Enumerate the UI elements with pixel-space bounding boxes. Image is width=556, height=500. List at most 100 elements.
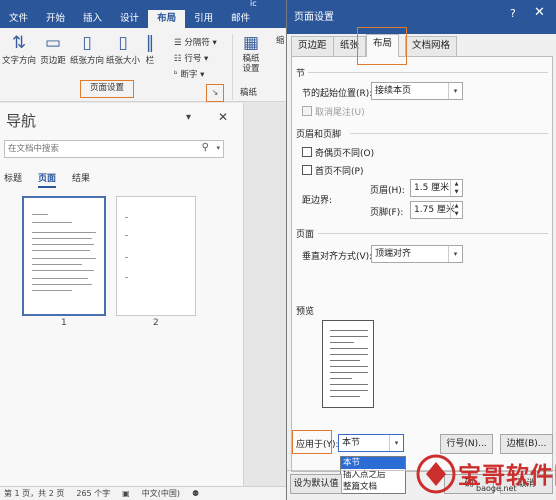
orientation-icon: ▯	[82, 33, 92, 53]
odd-even-checkbox[interactable]	[302, 147, 312, 157]
borders-button[interactable]: 边框(B)...	[500, 434, 553, 454]
help-icon[interactable]: ?	[510, 7, 516, 20]
tab-references[interactable]: 引用	[185, 10, 222, 28]
close-icon[interactable]: ✕	[534, 5, 545, 20]
header-distance-value: 1.5 厘米	[414, 183, 450, 193]
columns-label: 栏	[145, 56, 155, 66]
apply-to-dropdown: 本节 插入点之后 整篇文档	[340, 456, 406, 494]
indent-label: 缩	[276, 36, 285, 46]
margins-button[interactable]: ▭ 页边距	[36, 32, 70, 66]
draft-group-label: 稿纸	[240, 88, 258, 98]
nav-tab-pages[interactable]: 页面	[38, 171, 57, 188]
header-distance-input[interactable]: 1.5 厘米 ▲ ▼	[410, 179, 463, 197]
columns-button[interactable]: ‖ 栏	[140, 32, 160, 66]
word-titlebar: ic	[0, 0, 290, 10]
window-title: ic	[250, 0, 257, 8]
watermark-url: baoge.net	[476, 484, 517, 493]
nav-options-icon[interactable]: ▾	[186, 112, 191, 123]
apply-to-value: 本节	[342, 438, 361, 448]
tab-home[interactable]: 开始	[37, 10, 74, 28]
tab-document-grid[interactable]: 文档网格	[405, 36, 458, 56]
tab-layout[interactable]: 布局	[148, 10, 186, 28]
set-default-button[interactable]: 设为默认值	[290, 474, 342, 494]
orientation-label: 纸张方向	[70, 56, 105, 66]
apply-to-select[interactable]: 本节 ▾	[338, 434, 404, 452]
dropdown-option[interactable]: 本节	[341, 457, 405, 469]
dialog-title: 页面设置	[294, 12, 334, 23]
line-numbers-button[interactable]: 行号(N)...	[440, 434, 493, 454]
line-numbers-icon: ☷	[174, 54, 182, 64]
document-area[interactable]	[244, 103, 290, 486]
status-bar: 第 1 页，共 2 页 265 个字 ▣ 中文(中国) ⚉	[0, 486, 290, 500]
footer-distance-input[interactable]: 1.75 厘米 ▲ ▼	[410, 201, 463, 219]
size-button[interactable]: ▯ 纸张大小	[106, 32, 140, 66]
close-icon[interactable]: ✕	[218, 110, 228, 124]
watermark-logo-icon	[416, 454, 456, 494]
status-page[interactable]: 第 1 页，共 2 页	[4, 488, 64, 499]
breaks-button[interactable]: ☰ 分隔符 ▾	[174, 36, 217, 48]
layout-tab-highlight	[357, 27, 407, 65]
chevron-down-icon[interactable]: ▾	[448, 246, 462, 262]
tab-mailings[interactable]: 邮件	[222, 10, 259, 28]
dropdown-option[interactable]: 整篇文档	[341, 481, 405, 493]
chevron-down-icon[interactable]: ▾	[448, 83, 462, 99]
nav-tab-headings[interactable]: 标题	[4, 171, 22, 184]
page-thumbnail[interactable]	[22, 196, 106, 316]
tab-file[interactable]: 文件	[0, 10, 37, 28]
text-direction-button[interactable]: ⇅ 文字方向	[2, 32, 36, 66]
size-label: 纸张大小	[106, 56, 141, 66]
nav-tab-results[interactable]: 结果	[72, 171, 90, 184]
status-language[interactable]: 中文(中国)	[142, 488, 180, 499]
chevron-down-icon[interactable]: ▾	[389, 435, 403, 451]
chevron-down-icon[interactable]: ▾	[216, 144, 220, 152]
page-thumbnail[interactable]	[116, 196, 196, 316]
vertical-align-value: 顶端对齐	[375, 249, 412, 259]
chevron-down-icon: ▾	[212, 38, 217, 48]
tab-insert[interactable]: 插入	[74, 10, 111, 28]
columns-icon: ‖	[145, 33, 155, 53]
nav-search-box[interactable]: ⚲ ▾	[4, 140, 224, 158]
headers-footers-heading: 页眉和页脚	[296, 130, 342, 140]
page-heading: 页面	[296, 230, 315, 240]
odd-even-label: 奇偶页不同(O)	[315, 149, 375, 159]
first-page-checkbox[interactable]	[302, 165, 312, 175]
nav-title: 导航	[6, 112, 37, 130]
page-setup-group-label: 页面设置	[80, 80, 134, 98]
draft-paper-icon: ▦	[242, 33, 260, 53]
page-preview	[322, 320, 374, 408]
spin-arrows-icon[interactable]: ▲ ▼	[450, 180, 462, 196]
proofing-icon[interactable]: ▣	[122, 489, 130, 498]
margins-label: 页边距	[40, 56, 66, 66]
from-edge-label: 距边界:	[302, 196, 333, 206]
margins-icon: ▭	[44, 33, 62, 53]
hyphenation-button[interactable]: ᵇ 断字 ▾	[174, 68, 204, 80]
vertical-align-label: 垂直对齐方式(V):	[302, 252, 373, 262]
dialog-launcher-icon: ↘	[211, 88, 219, 97]
divider	[318, 233, 548, 234]
accessibility-icon[interactable]: ⚉	[192, 489, 199, 498]
preview-heading: 预览	[296, 307, 315, 317]
status-words[interactable]: 265 个字	[76, 488, 110, 499]
line-numbers-button[interactable]: ☷ 行号 ▾	[174, 52, 208, 64]
ribbon-tabs: 文件 开始 插入 设计 布局 引用 邮件	[0, 10, 290, 28]
nav-search-input[interactable]	[5, 141, 195, 157]
tab-margins[interactable]: 页边距	[291, 36, 334, 56]
page-number: 2	[153, 318, 159, 328]
breaks-icon: ☰	[174, 38, 182, 48]
draft-paper-button[interactable]: ▦ 稿纸 设置	[236, 32, 266, 74]
vertical-align-select[interactable]: 顶端对齐 ▾	[371, 245, 463, 263]
search-icon[interactable]: ⚲	[202, 142, 209, 153]
tab-design[interactable]: 设计	[111, 10, 148, 28]
suppress-endnotes-checkbox[interactable]	[302, 106, 312, 116]
footer-distance-label: 页脚(F):	[370, 208, 404, 218]
first-page-label: 首页不同(P)	[315, 167, 364, 177]
page-setup-launcher[interactable]: ↘	[206, 84, 224, 102]
section-start-select[interactable]: 接续本页 ▾	[371, 82, 463, 100]
spin-arrows-icon[interactable]: ▲ ▼	[450, 202, 462, 218]
section-start-label: 节的起始位置(R):	[302, 89, 373, 99]
orientation-button[interactable]: ▯ 纸张方向	[70, 32, 104, 66]
section-start-value: 接续本页	[375, 86, 412, 96]
footer-distance-value: 1.75 厘米	[414, 205, 455, 215]
text-direction-icon: ⇅	[11, 33, 27, 53]
group-divider	[232, 34, 233, 100]
